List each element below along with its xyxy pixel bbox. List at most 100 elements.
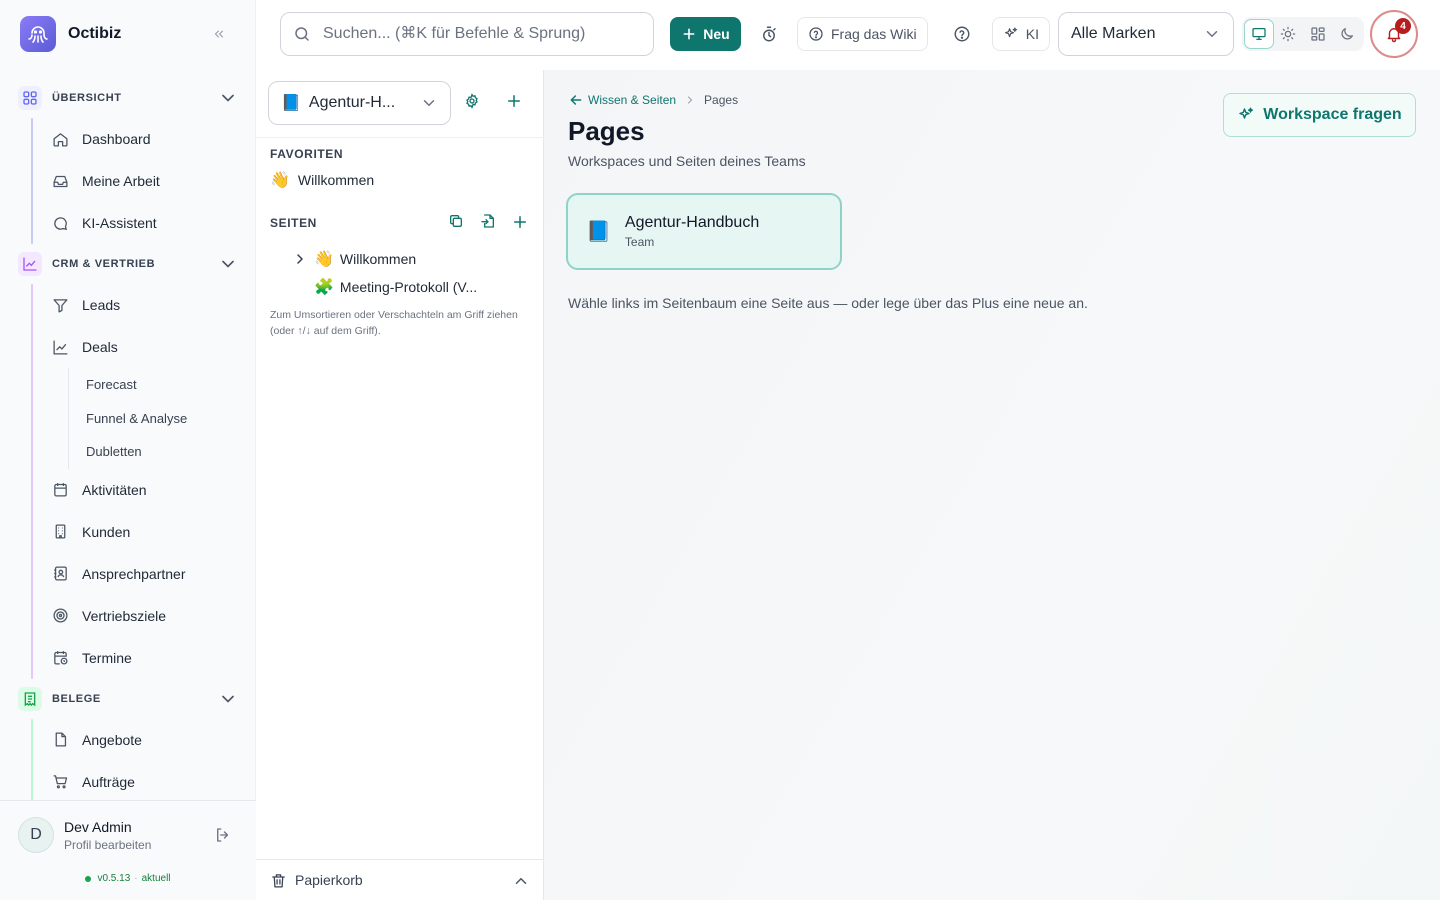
favorite-label: Willkommen	[297, 172, 375, 188]
logout-button[interactable]	[214, 826, 232, 844]
logout-icon	[217, 828, 229, 842]
sidebar-item-label: Aufträge	[82, 773, 135, 790]
sidebar-item-leads[interactable]: Leads	[31, 284, 256, 326]
help-button[interactable]	[945, 17, 979, 51]
sidebar-item-termine[interactable]: Termine	[31, 637, 256, 679]
sidebar-item-angebote[interactable]: Angebote	[31, 719, 256, 761]
sidebar-item-aktivitaeten[interactable]: Aktivitäten	[31, 469, 256, 511]
dashboard-icon	[1311, 27, 1325, 41]
sidebar-item-label: KI-Assistent	[82, 215, 157, 231]
global-search[interactable]	[280, 12, 654, 56]
workspace-card-subtitle: Team	[624, 235, 655, 249]
search-input[interactable]	[323, 25, 643, 43]
favorite-item[interactable]: 👋 Willkommen	[270, 170, 374, 190]
workspace-card[interactable]: 📘 Agentur-Handbuch Team	[566, 193, 842, 270]
monitor-icon	[1252, 28, 1266, 40]
ai-button[interactable]: KI	[992, 17, 1050, 51]
trash-label: Papierkorb	[295, 872, 363, 888]
trash-section[interactable]: Papierkorb	[256, 859, 544, 900]
avatar[interactable]: D	[18, 817, 54, 853]
pages-heading: SEITEN	[270, 216, 317, 230]
chevron-right-icon	[297, 254, 304, 264]
sun-icon	[1280, 26, 1296, 42]
home-icon	[51, 130, 69, 148]
chevron-down-icon	[423, 100, 435, 107]
brand-filter-select[interactable]: Alle Marken	[1058, 12, 1234, 56]
chevron-down-icon	[222, 695, 234, 703]
collapse-sidebar-button[interactable]	[206, 22, 232, 46]
favorites-heading: FAVORITEN	[270, 147, 344, 161]
sidebar-item-deals[interactable]: Deals	[31, 326, 256, 368]
plus-icon	[508, 95, 520, 107]
sidebar-item-meine-arbeit[interactable]: Meine Arbeit	[31, 160, 256, 202]
ask-wiki-button[interactable]: Frag das Wiki	[797, 17, 928, 51]
moon-icon	[1341, 28, 1354, 40]
ai-label: KI	[1025, 26, 1039, 42]
chart-line-icon	[51, 338, 69, 356]
workspace-name: Agentur-H...	[308, 94, 396, 111]
brand[interactable]: Octibiz	[20, 16, 121, 52]
contact-card-icon	[51, 565, 69, 583]
plus-icon	[514, 216, 526, 228]
workspace-emoji: 📘	[281, 95, 301, 112]
sidebar-subitem-funnel-analyse[interactable]: Funnel & Analyse	[68, 402, 256, 436]
sidebar-item-label: Angebote	[82, 731, 142, 748]
brand-filter-value: Alle Marken	[1071, 25, 1156, 42]
breadcrumb-parent-label: Wissen & Seiten	[588, 93, 677, 107]
notifications-button[interactable]: 4	[1370, 10, 1418, 58]
arrow-left-icon	[570, 95, 582, 105]
duplicate-button[interactable]	[440, 213, 472, 231]
user-name[interactable]: Dev Admin	[64, 819, 132, 835]
workspace-emoji: 📘	[586, 221, 611, 243]
view-mode-dark[interactable]	[1333, 19, 1362, 49]
sidebar-subitem-dubletten[interactable]: Dubletten	[68, 435, 256, 469]
sidebar-item-label: Termine	[82, 649, 132, 666]
timer-button[interactable]	[752, 17, 786, 51]
import-button[interactable]	[472, 213, 504, 231]
workspace-select[interactable]: 📘 Agentur-H...	[268, 81, 451, 125]
ask-workspace-button[interactable]: Workspace fragen	[1223, 93, 1416, 137]
sidebar-item-label: Vertriebsziele	[82, 607, 167, 624]
sidebar-item-kunden[interactable]: Kunden	[31, 511, 256, 553]
building-icon	[51, 523, 69, 541]
section-label: BELEGE	[52, 692, 101, 705]
sidebar-item-ki-assistent[interactable]: KI-Assistent	[31, 202, 256, 244]
section-crm-vertrieb[interactable]: CRM & VERTRIEB	[0, 244, 256, 284]
subgroup-line	[68, 368, 69, 469]
view-mode-system[interactable]	[1244, 19, 1274, 49]
add-workspace-button[interactable]	[505, 92, 523, 110]
sidebar-subitem-forecast[interactable]: Forecast	[68, 368, 256, 402]
notification-count-badge: 4	[1395, 18, 1411, 34]
sidebar-item-vertriebsziele[interactable]: Vertriebsziele	[31, 595, 256, 637]
inbox-icon	[51, 172, 69, 190]
section-uebersicht[interactable]: ÜBERSICHT	[0, 78, 256, 118]
view-mode-light[interactable]	[1274, 19, 1303, 49]
new-button[interactable]: Neu	[670, 17, 741, 51]
page-emoji: 👋	[270, 172, 290, 189]
section-label: ÜBERSICHT	[52, 92, 122, 104]
workspace-settings-button[interactable]	[464, 93, 480, 109]
funnel-icon	[51, 296, 69, 314]
sidebar: Octibiz ÜBERSICHT Dashboard Meine Arbeit	[0, 0, 256, 900]
add-page-button[interactable]	[504, 213, 536, 231]
version-separator: ·	[134, 873, 138, 884]
section-uebersicht-items: Dashboard Meine Arbeit KI-Assistent	[31, 118, 256, 244]
tree-item-willkommen[interactable]: 👋 Willkommen	[292, 249, 416, 269]
chat-search-icon	[51, 214, 69, 232]
tree-item-meeting-protokoll[interactable]: 🧩 Meeting-Protokoll (V...	[314, 277, 477, 297]
section-belege[interactable]: BELEGE	[0, 679, 256, 719]
sidebar-item-ansprechpartner[interactable]: Ansprechpartner	[31, 553, 256, 595]
page-label: Meeting-Protokoll (V...	[339, 279, 478, 295]
page-subtitle: Workspaces und Seiten deines Teams	[568, 153, 806, 169]
sidebar-item-auftraege[interactable]: Aufträge	[31, 761, 256, 801]
breadcrumb-parent-link[interactable]: Wissen & Seiten	[568, 92, 676, 108]
sidebar-item-dashboard[interactable]: Dashboard	[31, 118, 256, 160]
view-mode-dashboard[interactable]	[1303, 19, 1332, 49]
chevron-down-icon	[1206, 31, 1218, 38]
stopwatch-icon	[763, 26, 776, 42]
page-tree-panel: 📘 Agentur-H... FAVORITEN 👋 Willkommen SE…	[256, 70, 544, 900]
edit-profile-link[interactable]: Profil bearbeiten	[64, 838, 151, 852]
cart-icon	[51, 773, 69, 791]
page-label: Willkommen	[339, 251, 417, 267]
document-icon	[51, 731, 69, 749]
